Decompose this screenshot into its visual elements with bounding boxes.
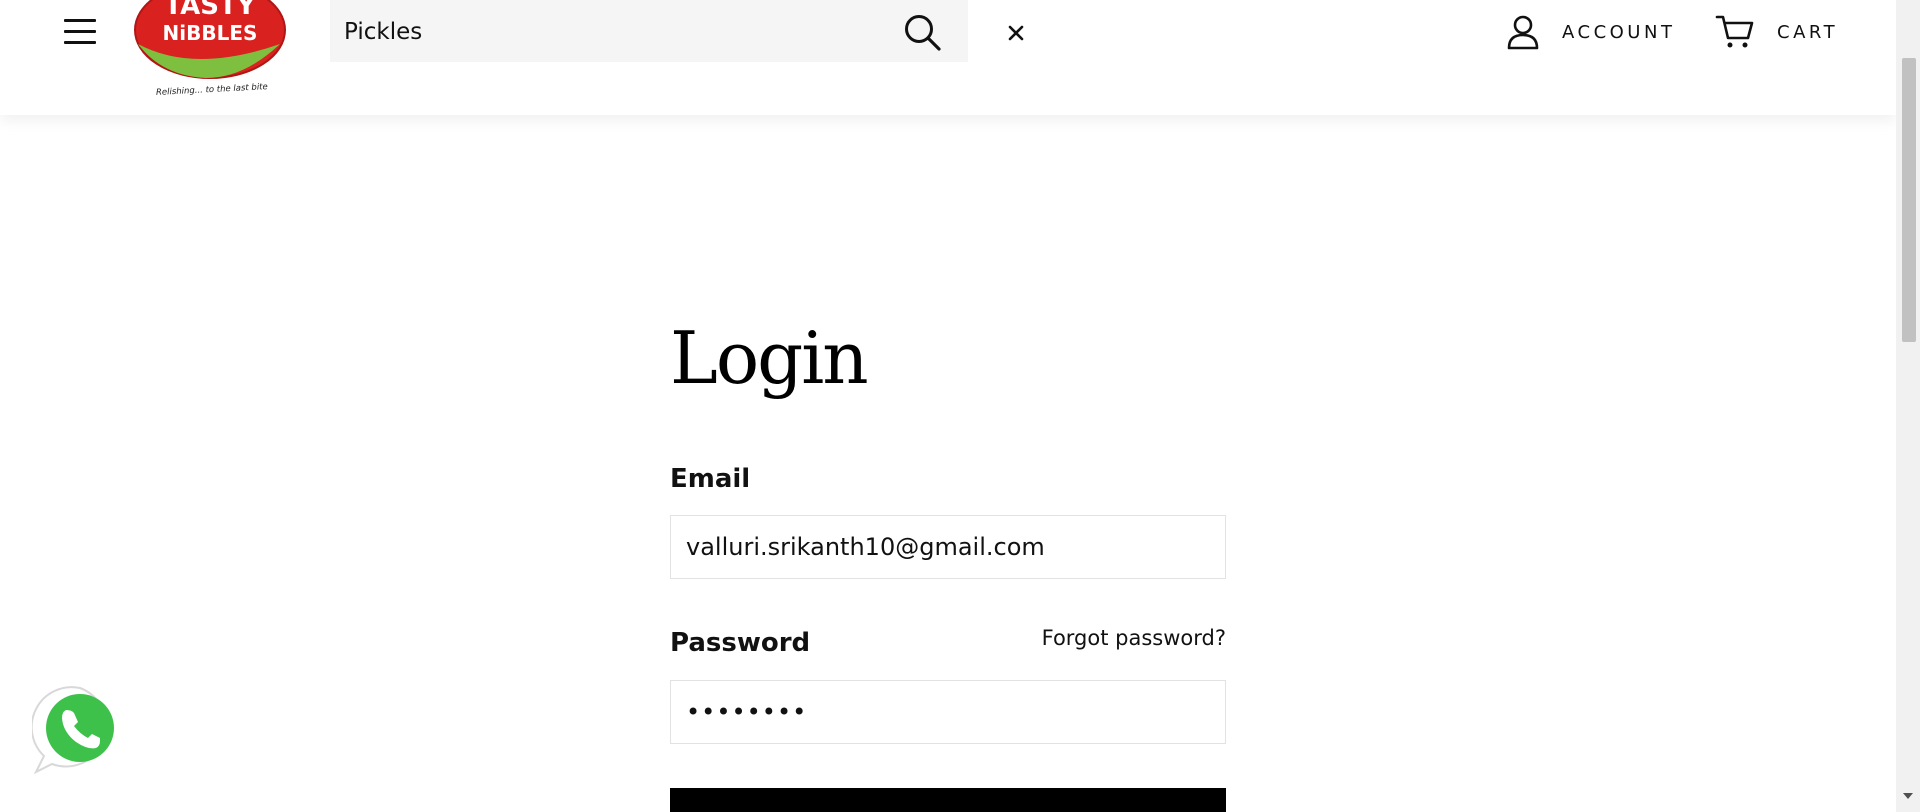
page-title: Login	[670, 316, 869, 400]
password-label: Password	[670, 628, 811, 658]
logo-brand-line2: NiBBLES	[163, 21, 258, 45]
search-input[interactable]	[344, 10, 884, 54]
cart-icon	[1715, 15, 1754, 48]
account-link[interactable]: ACCOUNT	[1506, 12, 1675, 52]
email-field[interactable]	[670, 515, 1226, 579]
close-icon[interactable]	[1002, 19, 1030, 47]
cart-label: CART	[1777, 21, 1839, 43]
search-icon[interactable]	[902, 12, 942, 52]
logo-brand-line1: TASTY	[164, 0, 256, 21]
email-label: Email	[670, 464, 751, 494]
scrollbar-thumb[interactable]	[1902, 58, 1916, 342]
logo-tagline: Relishing... to the last bite	[156, 82, 268, 96]
forgot-password-link[interactable]: Forgot password?	[1042, 626, 1226, 650]
password-field[interactable]	[670, 680, 1226, 744]
scroll-down-arrow-icon[interactable]	[1903, 793, 1913, 799]
site-header: TASTY NiBBLES Relishing... to the last b…	[0, 0, 1896, 115]
sign-in-button[interactable]	[670, 788, 1226, 812]
search-bar	[330, 0, 968, 62]
account-label: ACCOUNT	[1562, 21, 1676, 43]
whatsapp-icon[interactable]	[32, 682, 128, 778]
hamburger-menu-icon[interactable]	[62, 14, 98, 48]
brand-logo[interactable]: TASTY NiBBLES Relishing... to the last b…	[134, 0, 286, 96]
cart-link[interactable]: CART	[1715, 12, 1838, 52]
page-scrollbar[interactable]	[1896, 0, 1920, 812]
user-icon	[1507, 15, 1539, 50]
login-form: Login Email Password Forgot password?	[670, 300, 1226, 812]
